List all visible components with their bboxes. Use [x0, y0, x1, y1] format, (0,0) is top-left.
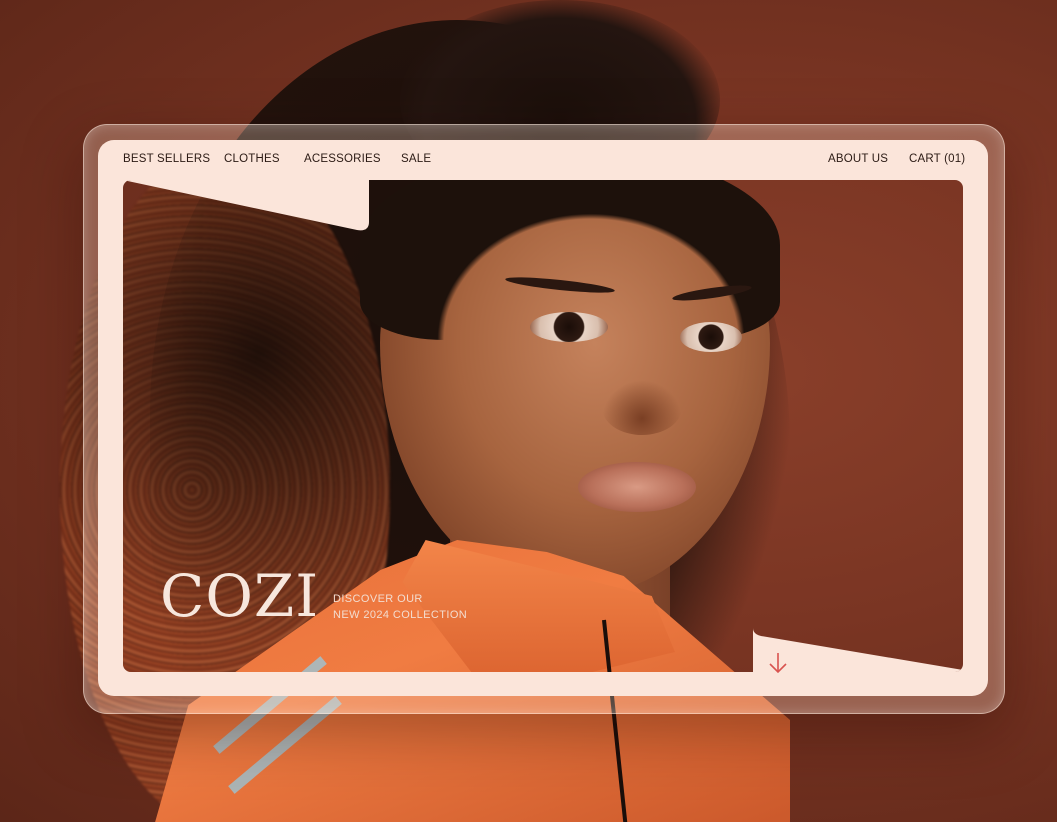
hero-tagline: DISCOVER OUR NEW 2024 COLLECTION — [333, 591, 467, 623]
nav-clothes[interactable]: CLOTHES — [224, 153, 280, 165]
top-left-notch — [123, 180, 369, 231]
tagline-line-2: NEW 2024 COLLECTION — [333, 609, 468, 621]
nav-cart[interactable]: CART (01) — [909, 153, 965, 165]
nav-best-sellers[interactable]: BEST SELLERS — [123, 153, 210, 165]
tagline-line-1: DISCOVER OUR — [333, 593, 423, 605]
nav-accessories[interactable]: ACESSORIES — [304, 153, 381, 165]
arrow-down-icon — [769, 653, 787, 674]
nav-sale[interactable]: SALE — [401, 153, 431, 165]
nav-about-us[interactable]: ABOUT US — [828, 153, 888, 165]
top-nav: BEST SELLERS CLOTHES ACESSORIES SALE ABO… — [123, 153, 965, 167]
scroll-down-button[interactable] — [766, 650, 790, 676]
brand-logo: COZI — [160, 562, 320, 630]
